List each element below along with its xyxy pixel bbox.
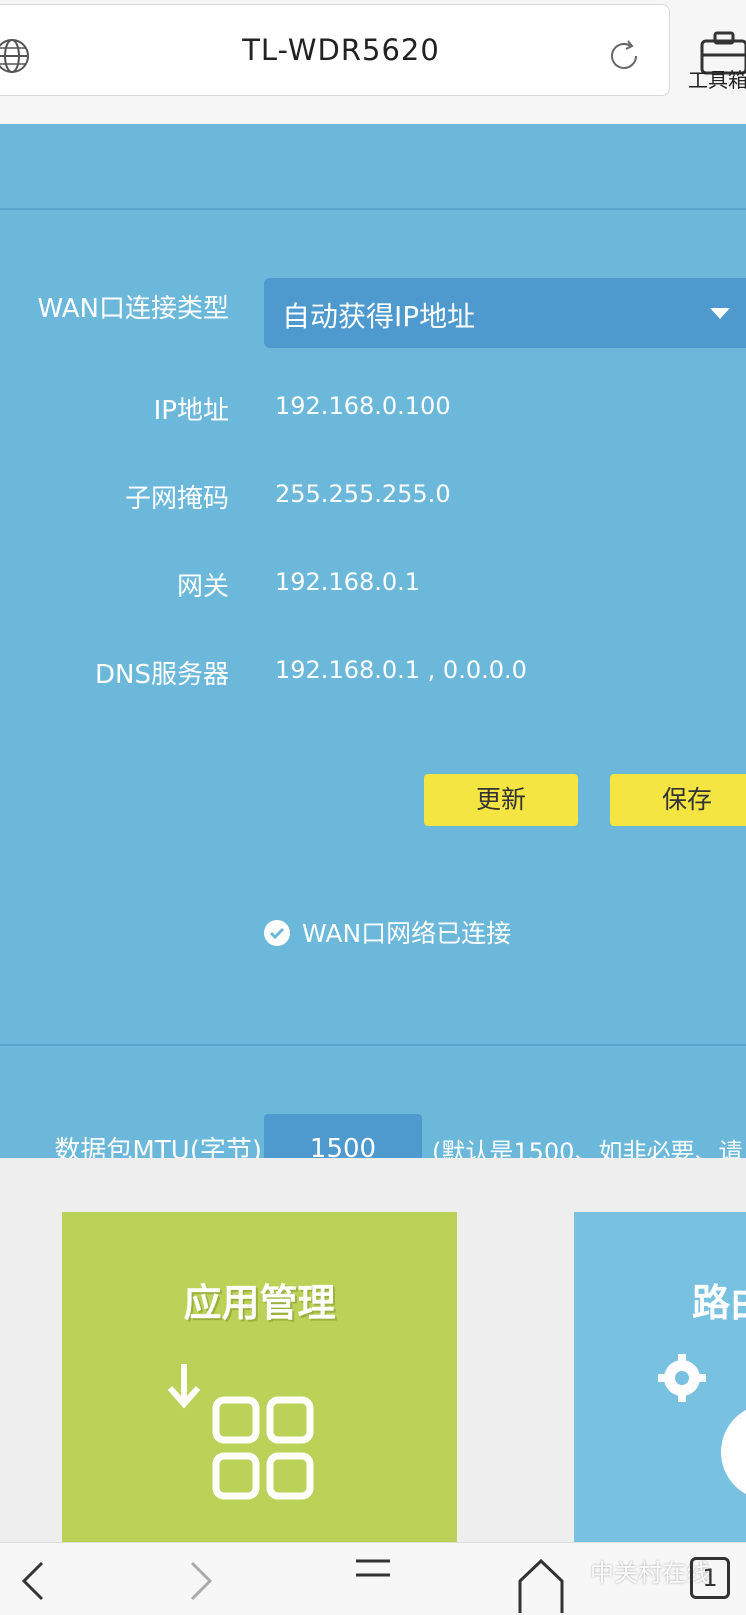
divider xyxy=(0,1044,746,1046)
reload-icon[interactable] xyxy=(605,37,643,75)
mtu-value: 1500 xyxy=(309,1134,377,1158)
mtu-hint: (默认是1500、如非必要、请 xyxy=(432,1138,743,1158)
tab-count-button[interactable]: 1 xyxy=(690,1557,730,1599)
wan-status-text: WAN口网络已连接 xyxy=(302,919,512,948)
home-icon[interactable] xyxy=(516,1555,566,1615)
mtu-label: 数据包MTU(字节) xyxy=(54,1136,262,1158)
wan-settings-panel: WAN口连接类型 自动获得IP地址 IP地址 192.168.0.100 子网掩… xyxy=(0,124,746,1158)
subnet-mask-value: 255.255.255.0 xyxy=(275,480,451,508)
gateway-label: 网关 xyxy=(176,572,229,602)
check-circle-icon xyxy=(264,920,290,946)
refresh-button[interactable]: 更新 xyxy=(424,774,578,826)
dns-server-label: DNS服务器 xyxy=(95,660,229,690)
app-management-tile[interactable]: 应用管理 xyxy=(62,1212,457,1542)
mtu-input[interactable]: 1500 xyxy=(264,1114,422,1158)
connection-type-select[interactable]: 自动获得IP地址 xyxy=(264,278,746,348)
menu-icon[interactable] xyxy=(352,1555,394,1595)
toolbox-label[interactable]: 工具箱 xyxy=(688,64,746,93)
page-title: TL-WDR5620 xyxy=(242,33,440,67)
gateway-value: 192.168.0.1 xyxy=(275,568,421,596)
app-management-title: 应用管理 xyxy=(183,1281,336,1325)
browser-bottom-bar: 中关村在线 1 xyxy=(0,1542,746,1615)
connection-type-label: WAN口连接类型 xyxy=(37,294,229,324)
address-bar[interactable]: TL-WDR5620 xyxy=(0,4,670,96)
router-settings-tile[interactable]: 路由 xyxy=(574,1212,746,1542)
connection-type-value: 自动获得IP地址 xyxy=(282,300,476,333)
gear-icon xyxy=(658,1354,746,1495)
back-icon[interactable] xyxy=(14,1555,54,1605)
browser-top-bar: TL-WDR5620 工具箱 xyxy=(0,0,746,124)
chevron-down-icon xyxy=(710,308,730,319)
ip-address-label: IP地址 xyxy=(153,396,229,426)
dns-server-value: 192.168.0.1 , 0.0.0.0 xyxy=(275,656,527,684)
router-settings-title: 路由 xyxy=(692,1281,746,1325)
subnet-mask-label: 子网掩码 xyxy=(124,484,229,514)
divider xyxy=(0,208,746,210)
apps-download-icon xyxy=(167,1364,314,1500)
ip-address-value: 192.168.0.100 xyxy=(275,392,451,420)
save-button[interactable]: 保存 xyxy=(610,774,746,826)
forward-icon[interactable] xyxy=(180,1555,220,1605)
